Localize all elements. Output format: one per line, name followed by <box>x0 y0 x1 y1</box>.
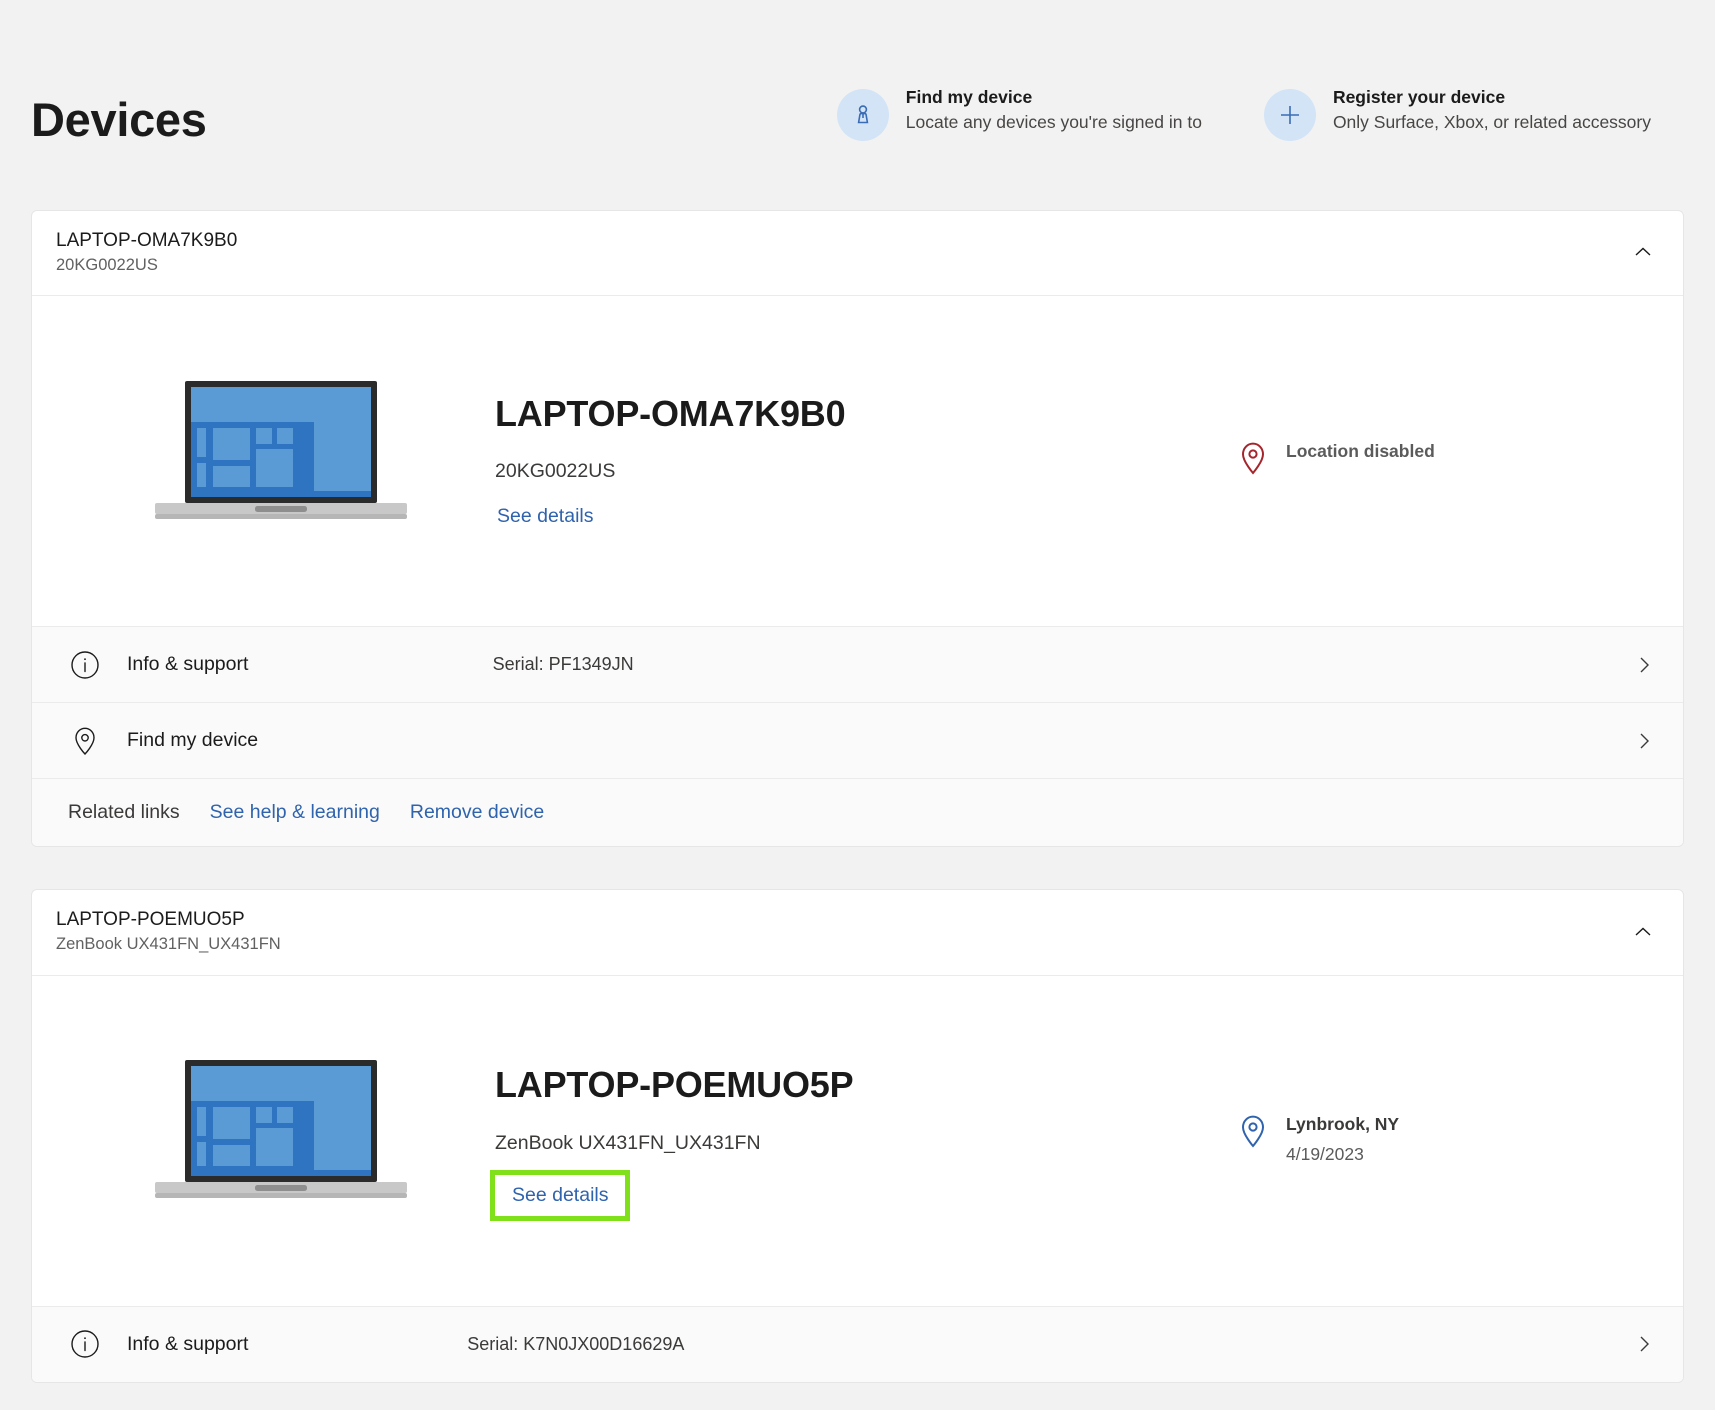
device-card-body: LAPTOP-OMA7K9B0 20KG0022US See details L… <box>32 296 1683 626</box>
device-card: LAPTOP-POEMUO5P ZenBook UX431FN_UX431FN <box>31 889 1684 1383</box>
see-details-link[interactable]: See details <box>489 1170 631 1222</box>
device-name: LAPTOP-OMA7K9B0 <box>495 393 846 435</box>
device-card-header-model: ZenBook UX431FN_UX431FN <box>56 935 281 954</box>
devices-page: Devices Find my device Locate any device… <box>0 0 1715 1410</box>
laptop-illustration <box>147 1057 415 1222</box>
device-card: LAPTOP-OMA7K9B0 20KG0022US LAPTOP-OMA7K9… <box>31 210 1684 848</box>
location-status-title: Lynbrook, NY <box>1286 1114 1400 1135</box>
find-my-device-text: Find my device Locate any devices you're… <box>906 84 1202 136</box>
chevron-up-icon[interactable] <box>1630 919 1656 945</box>
location-status-title: Location disabled <box>1286 441 1435 462</box>
register-your-device-subtitle: Only Surface, Xbox, or related accessory <box>1332 112 1651 133</box>
see-details-wrapper: See details <box>495 504 1238 529</box>
register-your-device-text: Register your device Only Surface, Xbox,… <box>1333 84 1651 136</box>
device-card-header-text: LAPTOP-OMA7K9B0 20KG0022US <box>56 229 237 275</box>
page-title: Devices <box>31 93 207 146</box>
find-my-device-subtitle: Locate any devices you're signed in to <box>905 112 1202 133</box>
location-pin-disabled-icon <box>1238 441 1268 480</box>
device-main-info: LAPTOP-OMA7K9B0 20KG0022US See details <box>495 392 1238 529</box>
location-pin-icon <box>68 724 102 758</box>
location-status-date: 4/19/2023 <box>1286 1143 1364 1164</box>
laptop-illustration <box>147 378 415 543</box>
see-details-link[interactable]: See details <box>495 504 595 529</box>
info-and-support-serial: Serial: K7N0JX00D16629A <box>467 1333 685 1354</box>
find-my-device-row-label: Find my device <box>127 729 259 752</box>
chevron-right-icon[interactable] <box>1632 1332 1656 1356</box>
find-my-device-row[interactable]: Find my device <box>32 702 1683 779</box>
register-your-device-action[interactable]: Register your device Only Surface, Xbox,… <box>1263 84 1651 141</box>
device-card-header-model: 20KG0022US <box>56 255 158 274</box>
info-and-support-label: Info & support <box>127 653 249 676</box>
page-header: Devices Find my device Locate any device… <box>0 0 1715 210</box>
device-card-header-name: LAPTOP-OMA7K9B0 <box>56 230 238 251</box>
find-my-device-action[interactable]: Find my device Locate any devices you're… <box>836 84 1202 141</box>
chevron-right-icon[interactable] <box>1632 729 1656 753</box>
device-card-header-name: LAPTOP-POEMUO5P <box>56 909 245 931</box>
header-actions: Find my device Locate any devices you're… <box>836 56 1679 141</box>
remove-device-link[interactable]: Remove device <box>410 801 544 824</box>
related-links: Related links See help & learning Remove… <box>32 778 1683 847</box>
location-status-text: Location disabled <box>1286 440 1435 464</box>
info-and-support-row[interactable]: Info & support Serial: K7N0JX00D16629A <box>32 1305 1683 1382</box>
info-and-support-label: Info & support <box>127 1332 249 1355</box>
chevron-right-icon[interactable] <box>1632 653 1656 677</box>
see-details-wrapper: See details <box>489 1170 1238 1222</box>
device-main-info: LAPTOP-POEMUO5P ZenBook UX431FN_UX431FN … <box>489 1063 1238 1222</box>
device-card-header-text: LAPTOP-POEMUO5P ZenBook UX431FN_UX431FN <box>56 908 281 954</box>
register-your-device-title: Register your device <box>1332 87 1506 107</box>
find-my-device-icon <box>836 89 889 141</box>
see-help-and-learning-link[interactable]: See help & learning <box>210 801 380 824</box>
related-links-label: Related links <box>68 801 180 824</box>
device-model: 20KG0022US <box>495 460 616 483</box>
info-icon <box>68 648 102 682</box>
location-pin-icon <box>1238 1114 1268 1153</box>
location-status-text: Lynbrook, NY 4/19/2023 <box>1286 1113 1399 1166</box>
device-model: ZenBook UX431FN_UX431FN <box>495 1131 761 1154</box>
plus-icon <box>1263 89 1316 141</box>
device-location-status: Location disabled <box>1238 440 1638 480</box>
device-card-header[interactable]: LAPTOP-OMA7K9B0 20KG0022US <box>32 211 1683 297</box>
info-and-support-row[interactable]: Info & support Serial: PF1349JN <box>32 626 1683 703</box>
device-name: LAPTOP-POEMUO5P <box>495 1064 854 1106</box>
device-location-status: Lynbrook, NY 4/19/2023 <box>1238 1113 1638 1166</box>
info-and-support-serial: Serial: PF1349JN <box>492 654 634 675</box>
find-my-device-title: Find my device <box>905 87 1033 107</box>
device-card-header[interactable]: LAPTOP-POEMUO5P ZenBook UX431FN_UX431FN <box>32 890 1683 976</box>
chevron-up-icon[interactable] <box>1630 239 1656 265</box>
device-card-body: LAPTOP-POEMUO5P ZenBook UX431FN_UX431FN … <box>32 976 1683 1306</box>
info-icon <box>68 1327 102 1361</box>
